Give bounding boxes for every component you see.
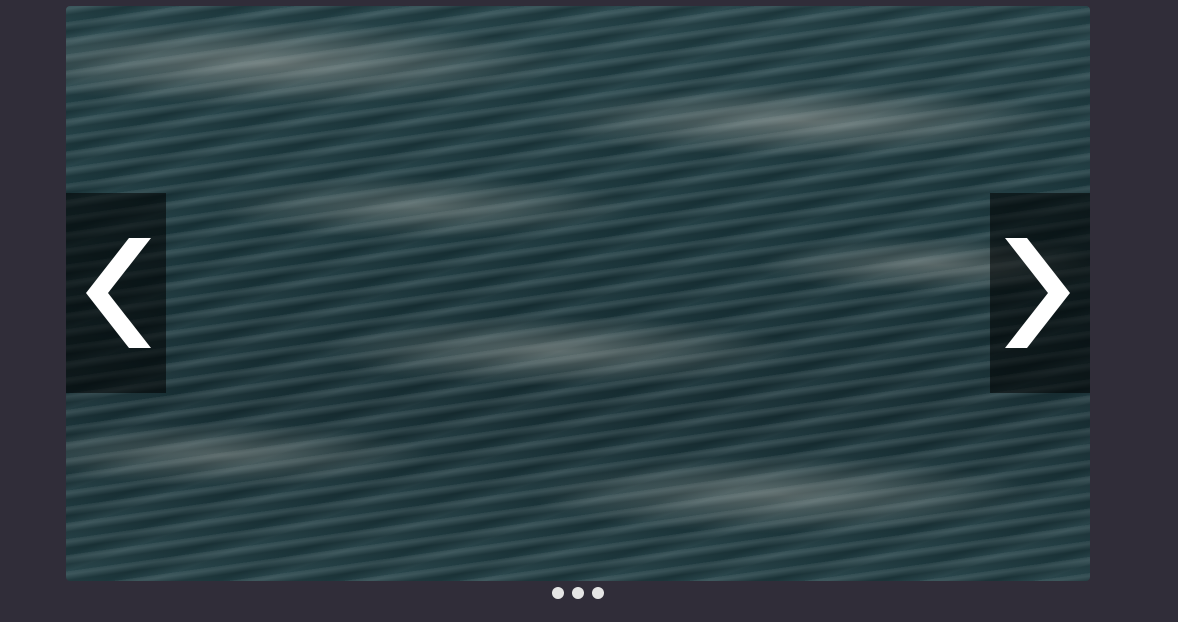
slide-indicator-1[interactable] xyxy=(552,587,564,599)
slide-indicator-3[interactable] xyxy=(592,587,604,599)
chevron-right-icon xyxy=(1005,238,1070,348)
slide-image-ocean xyxy=(66,6,1090,581)
image-carousel xyxy=(66,6,1090,581)
next-slide-button[interactable] xyxy=(990,193,1090,393)
chevron-left-icon xyxy=(86,238,151,348)
slide-indicators xyxy=(552,587,604,599)
previous-slide-button[interactable] xyxy=(66,193,166,393)
slide-indicator-2[interactable] xyxy=(572,587,584,599)
